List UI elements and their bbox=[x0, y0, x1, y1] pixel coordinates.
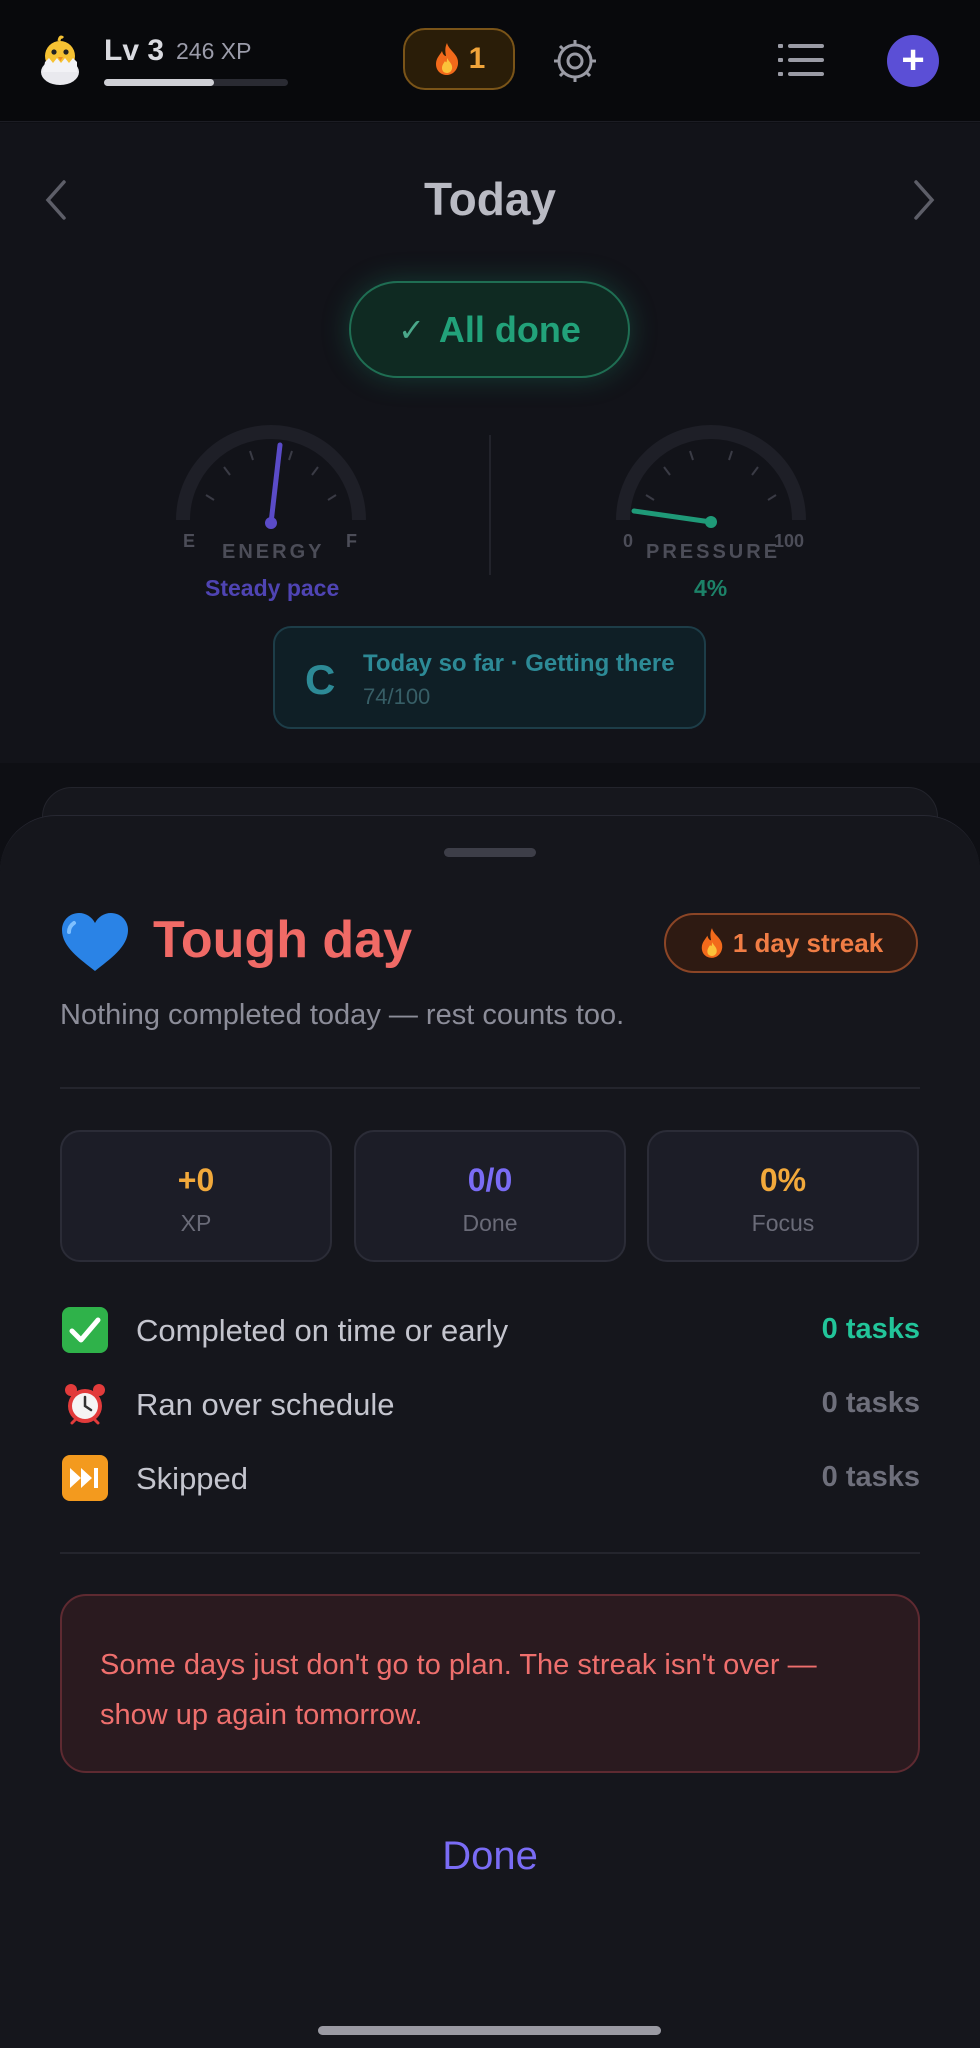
day-score-card[interactable]: C Today so far · Getting there 74/100 bbox=[273, 626, 706, 729]
energy-gauge bbox=[176, 425, 366, 529]
next-day-chevron-icon[interactable] bbox=[906, 176, 940, 224]
encouragement-message: Some days just don't go to plan. The str… bbox=[60, 1594, 920, 1773]
checkmark-icon: ✓ bbox=[398, 311, 425, 348]
app: Lv 3 246 XP 1 + Today ✓ All done E F ENE… bbox=[0, 0, 980, 2048]
sheet-subtitle: Nothing completed today — rest counts to… bbox=[60, 999, 625, 1031]
stat-done: 0/0 Done bbox=[354, 1130, 626, 1262]
all-done-badge: ✓ All done bbox=[349, 281, 630, 378]
list-item-ran-over: Ran over schedule 0 tasks bbox=[60, 1379, 920, 1431]
message-text: Some days just don't go to plan. The str… bbox=[100, 1649, 817, 1731]
stat-value: 0/0 bbox=[467, 1162, 513, 1198]
gauge-divider bbox=[489, 435, 491, 575]
stat-xp: +0 XP bbox=[60, 1130, 332, 1262]
list-item-skipped: Skipped 0 tasks bbox=[60, 1453, 920, 1505]
list-menu-icon[interactable] bbox=[778, 42, 824, 78]
stat-focus: 0% Focus bbox=[647, 1130, 919, 1262]
home-indicator bbox=[318, 2026, 661, 2035]
chick-avatar-icon[interactable] bbox=[32, 32, 88, 88]
add-task-button[interactable]: + bbox=[887, 35, 939, 87]
score-value: 74/100 bbox=[363, 684, 431, 709]
energy-high-label: F bbox=[346, 531, 357, 551]
pressure-caption: 4% bbox=[694, 575, 728, 601]
row-label: Completed on time or early bbox=[136, 1313, 509, 1348]
energy-low-label: E bbox=[183, 531, 196, 551]
streak-badge: 1 day streak bbox=[664, 913, 918, 973]
done-button[interactable]: Done bbox=[0, 1834, 980, 1879]
fast-forward-icon bbox=[62, 1455, 108, 1501]
day-summary-sheet: Tough day 1 day streak Nothing completed… bbox=[0, 815, 980, 2048]
stat-label: XP bbox=[180, 1210, 212, 1236]
date-title: Today bbox=[423, 173, 557, 225]
xp-progress-fill bbox=[104, 79, 215, 86]
divider bbox=[60, 1552, 920, 1554]
score-title: Today so far · Getting there bbox=[363, 650, 675, 677]
blue-heart-icon bbox=[62, 913, 128, 971]
row-label: Ran over schedule bbox=[136, 1387, 395, 1422]
sheet-drag-handle[interactable] bbox=[444, 848, 536, 857]
plus-icon: + bbox=[901, 38, 925, 82]
stat-label: Focus bbox=[751, 1210, 815, 1236]
pressure-low-label: 0 bbox=[623, 531, 634, 551]
energy-caption: Steady pace bbox=[205, 575, 340, 601]
pressure-gauge bbox=[616, 425, 806, 528]
row-value: 0 tasks bbox=[821, 1387, 920, 1419]
score-grade: C bbox=[305, 656, 336, 703]
gear-icon[interactable] bbox=[550, 36, 600, 86]
check-icon bbox=[62, 1307, 108, 1353]
pressure-label: PRESSURE bbox=[646, 541, 781, 563]
divider bbox=[60, 1087, 920, 1089]
xp-label: 246 XP bbox=[176, 38, 252, 64]
row-label: Skipped bbox=[136, 1461, 249, 1496]
row-value: 0 tasks bbox=[821, 1313, 920, 1345]
stat-value: +0 bbox=[177, 1162, 215, 1198]
top-bar: Lv 3 246 XP 1 + bbox=[0, 0, 980, 122]
streak-badge-label: 1 day streak bbox=[732, 927, 884, 958]
sheet-title: Tough day bbox=[153, 911, 413, 969]
stat-label: Done bbox=[462, 1210, 518, 1236]
energy-label: ENERGY bbox=[222, 541, 325, 563]
row-value: 0 tasks bbox=[821, 1461, 920, 1493]
all-done-label: All done bbox=[438, 308, 581, 350]
fire-icon bbox=[435, 43, 458, 75]
xp-progress-bar bbox=[104, 79, 288, 86]
streak-button[interactable]: 1 bbox=[403, 28, 515, 90]
fire-icon bbox=[701, 928, 723, 958]
streak-count: 1 bbox=[468, 42, 486, 75]
list-item-on-time: Completed on time or early 0 tasks bbox=[60, 1305, 920, 1357]
stat-value: 0% bbox=[759, 1162, 807, 1198]
alarm-clock-icon bbox=[65, 1384, 105, 1425]
level-label: Lv 3 bbox=[104, 34, 165, 67]
